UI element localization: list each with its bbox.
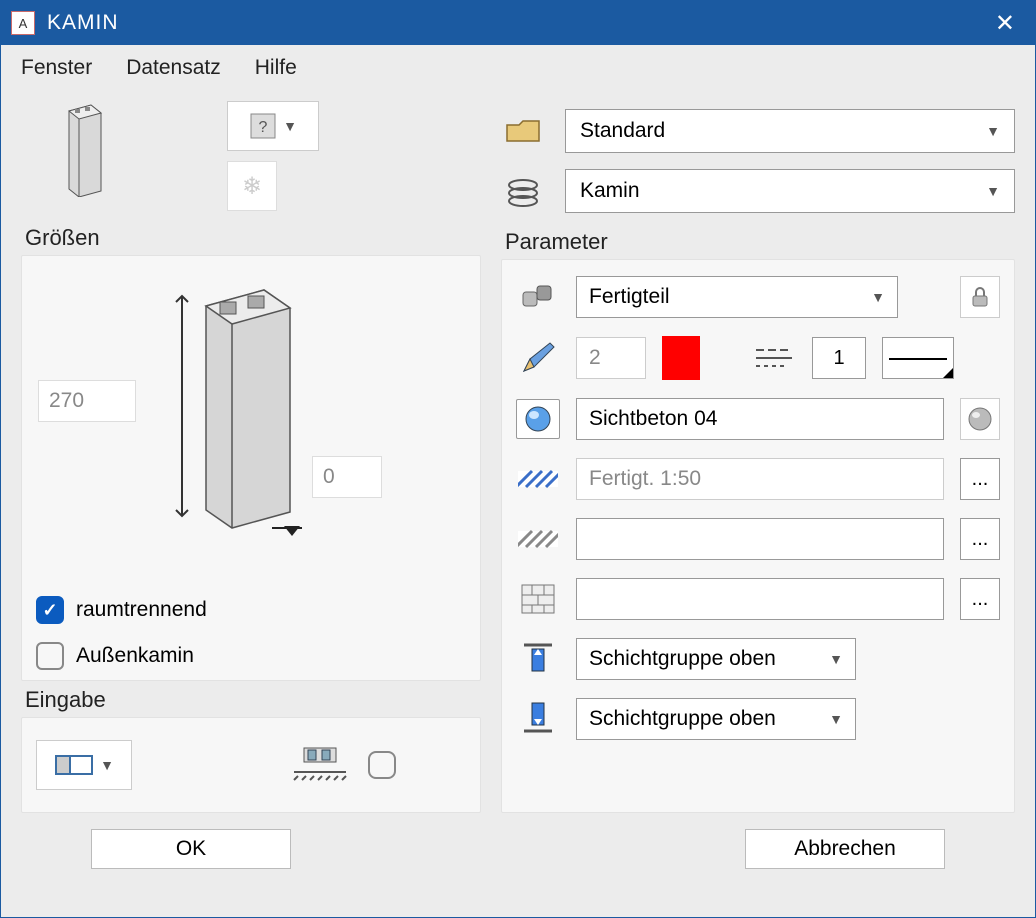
linetype-preview[interactable] — [882, 337, 954, 379]
input-mode-dropdown[interactable]: ▼ — [36, 740, 132, 790]
raumtrennend-checkbox[interactable] — [36, 596, 64, 624]
ok-button[interactable]: OK — [91, 829, 291, 869]
menu-fenster[interactable]: Fenster — [21, 56, 92, 80]
menu-hilfe[interactable]: Hilfe — [255, 56, 297, 80]
pattern-more-button[interactable]: ... — [960, 578, 1000, 620]
aussenkamin-label: Außenkamin — [76, 644, 194, 668]
question-icon: ? — [249, 112, 277, 140]
groessen-group: 270 0 raumtrennend Außenkamin — [21, 255, 481, 681]
foundation-icon — [292, 742, 348, 788]
pattern-icon — [516, 579, 560, 619]
hatch2-more-button[interactable]: ... — [960, 518, 1000, 560]
lock-icon — [970, 286, 990, 308]
sphere-icon — [967, 406, 993, 432]
surface-sphere-button[interactable] — [960, 398, 1000, 440]
element-type-row: ? ▼ ❄ — [21, 101, 481, 211]
aussenkamin-row: Außenkamin — [36, 642, 466, 670]
dialog-body: ? ▼ ❄ Größen — [1, 91, 1035, 917]
dialog-window: A KAMIN ✕ Fenster Datensatz Hilfe — [0, 0, 1036, 918]
chevron-down-icon: ▼ — [283, 118, 297, 134]
chevron-down-icon: ▼ — [871, 289, 885, 305]
aussenkamin-checkbox[interactable] — [36, 642, 64, 670]
freeze-button[interactable]: ❄ — [227, 161, 277, 211]
schicht-top-select[interactable]: Schichtgruppe oben ▼ — [576, 638, 856, 680]
layer-bottom-icon — [516, 699, 560, 739]
plan-icon — [54, 750, 94, 780]
top-area: ? ▼ ❄ Größen — [21, 101, 1015, 813]
chevron-down-icon: ▼ — [829, 651, 843, 667]
eingabe-group: ▼ — [21, 717, 481, 813]
cancel-button[interactable]: Abbrechen — [745, 829, 945, 869]
menubar: Fenster Datensatz Hilfe — [1, 45, 1035, 91]
surface-icon[interactable] — [516, 399, 560, 439]
chevron-down-icon: ▼ — [829, 711, 843, 727]
chevron-down-icon: ▼ — [986, 123, 1000, 139]
pen-color-swatch[interactable] — [662, 336, 700, 380]
hatch2-input[interactable] — [576, 518, 944, 560]
raumtrennend-label: raumtrennend — [76, 598, 207, 622]
layers-icon — [501, 171, 545, 211]
snowflake-icon: ❄ — [242, 172, 262, 201]
foundation-checkbox[interactable] — [368, 751, 396, 779]
chevron-down-icon: ▼ — [100, 757, 114, 773]
close-icon[interactable]: ✕ — [985, 9, 1025, 38]
hatch-blue-icon — [516, 459, 560, 499]
width-input[interactable]: 0 — [312, 456, 382, 498]
linetype-icon — [752, 338, 796, 378]
menu-datensatz[interactable]: Datensatz — [126, 56, 221, 80]
linetype-number[interactable]: 1 — [812, 337, 866, 379]
pattern-input[interactable] — [576, 578, 944, 620]
pen-icon — [516, 338, 560, 378]
dialog-footer: OK Abbrechen — [21, 823, 1015, 869]
parameter-group: Fertigteil ▼ 2 — [501, 259, 1015, 813]
type-select[interactable]: Fertigteil ▼ — [576, 276, 898, 318]
eingabe-label: Eingabe — [25, 687, 481, 713]
chevron-down-icon: ▼ — [986, 183, 1000, 199]
surface-input[interactable]: Sichtbeton 04 — [576, 398, 944, 440]
height-input[interactable]: 270 — [38, 380, 136, 422]
hatch1-input: Fertigt. 1:50 — [576, 458, 944, 500]
raumtrennend-row: raumtrennend — [36, 596, 466, 624]
layer-top-icon — [516, 639, 560, 679]
parameter-label: Parameter — [505, 229, 1015, 255]
hatch1-more-button[interactable]: ... — [960, 458, 1000, 500]
groessen-label: Größen — [25, 225, 481, 251]
folder-icon — [501, 111, 545, 151]
window-title: KAMIN — [47, 11, 985, 35]
lock-button[interactable] — [960, 276, 1000, 318]
component-type-icon — [516, 277, 560, 317]
preset-select[interactable]: Standard ▼ — [565, 109, 1015, 153]
layer-select[interactable]: Kamin ▼ — [565, 169, 1015, 213]
titlebar: A KAMIN ✕ — [1, 1, 1035, 45]
hatch-grey-icon — [516, 519, 560, 559]
svg-text:?: ? — [259, 119, 268, 136]
pen-number: 2 — [576, 337, 646, 379]
left-column: ? ▼ ❄ Größen — [21, 101, 481, 813]
chimney-icon — [61, 101, 107, 202]
app-icon: A — [11, 11, 35, 35]
right-column: Standard ▼ Kamin ▼ Paramete — [501, 101, 1015, 813]
schicht-bottom-select[interactable]: Schichtgruppe oben ▼ — [576, 698, 856, 740]
help-type-dropdown[interactable]: ? ▼ — [227, 101, 319, 151]
chimney-preview — [172, 276, 322, 541]
